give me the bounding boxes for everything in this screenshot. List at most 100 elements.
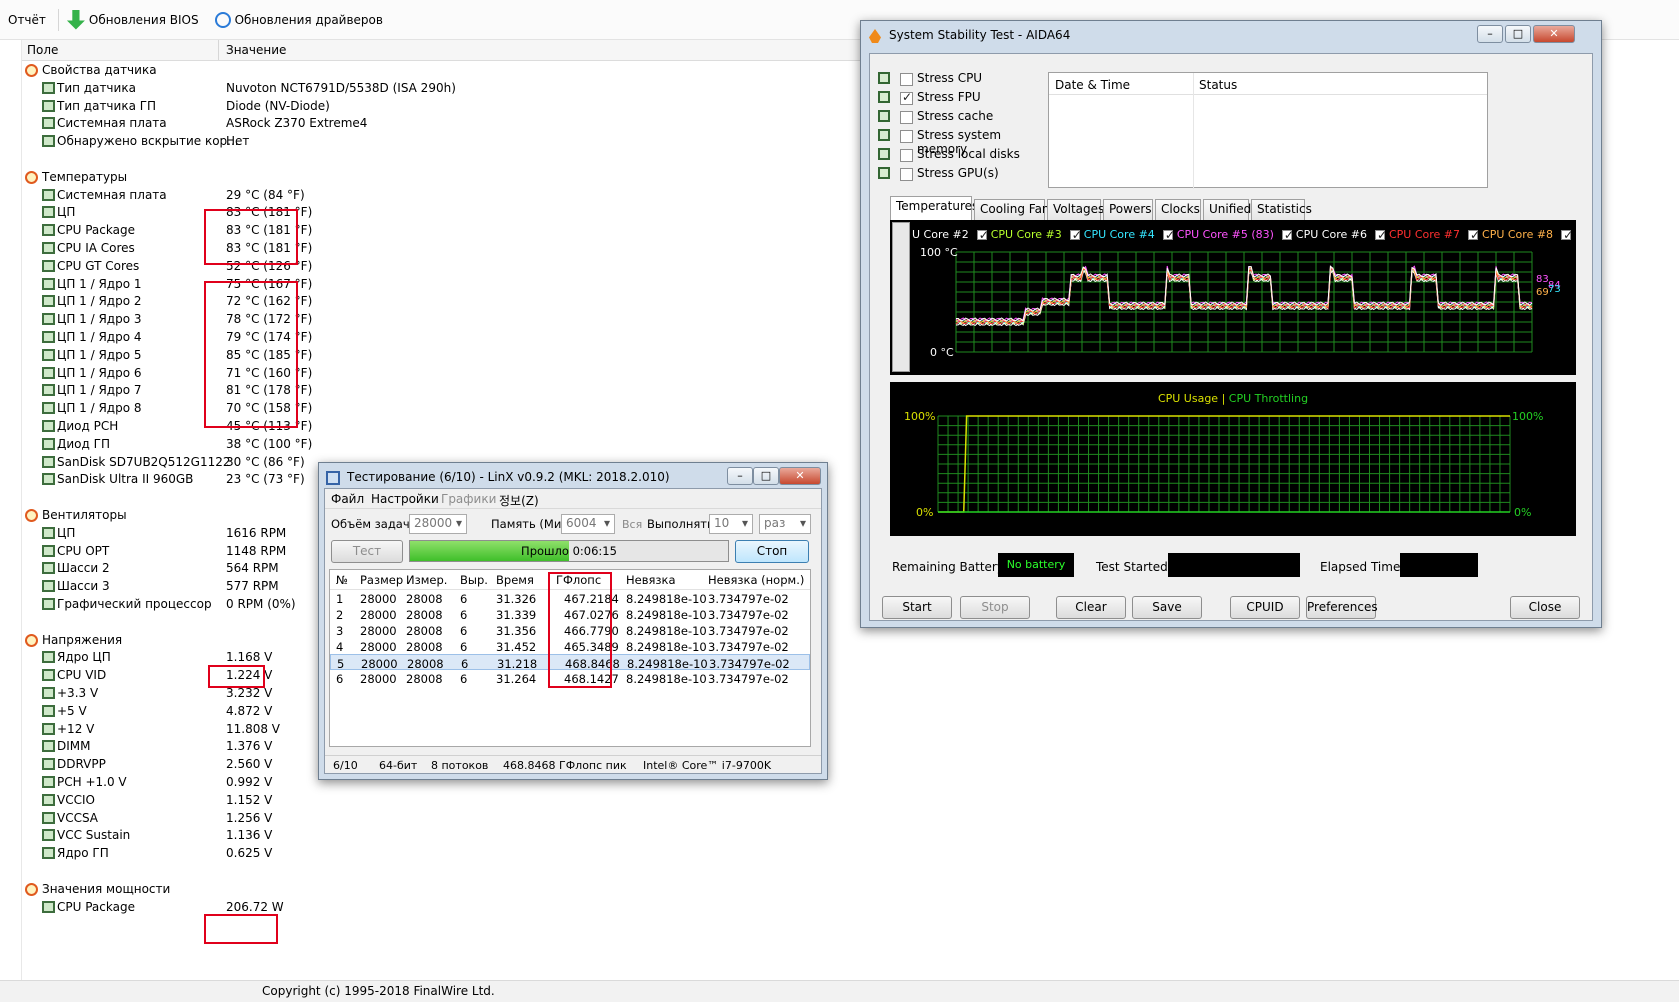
sensor-row[interactable]: Тип датчика ГП Diode (NV-Diode): [0, 97, 560, 116]
legend-item[interactable]: CPU Core #7: [1374, 228, 1460, 242]
sensor-row[interactable]: Обнаружено вскрытие кор... Нет: [0, 132, 560, 151]
sensor-value: Diode (NV-Diode): [226, 98, 330, 113]
legend-checkbox[interactable]: [1561, 228, 1572, 242]
stress-checkbox[interactable]: [900, 111, 913, 124]
results-cell: 3.734797e-02: [708, 624, 789, 638]
stress-checkbox[interactable]: [900, 73, 913, 86]
start-button[interactable]: Start: [882, 596, 952, 619]
aida-client: Stress CPU Stress FPU Stress cache Stress s…: [869, 53, 1593, 621]
stress-option[interactable]: Stress system memory: [878, 127, 1048, 156]
all-memory-label[interactable]: Вся: [622, 518, 642, 531]
flame-icon: [869, 29, 881, 43]
tab-statistics[interactable]: Statistics: [1251, 199, 1312, 220]
stop-button[interactable]: Stop: [960, 596, 1030, 619]
tab-cooling-fans[interactable]: Cooling Fans: [974, 199, 1056, 220]
results-table: № Размер Измер. Выр. Время ГФлопс Невязка Невяз…: [329, 569, 811, 747]
legend-checkbox[interactable]: [1069, 228, 1082, 242]
sensor-row[interactable]: Ядро ГП 0.625 V: [0, 844, 560, 863]
sensor-label: ЦП 1 / Ядро 1: [57, 276, 142, 291]
menu-item[interactable]: Настройки: [371, 492, 439, 506]
results-cell: 4: [336, 640, 344, 654]
menu-item[interactable]: 정보(Z): [499, 492, 539, 509]
legend-item[interactable]: U Core #2: [912, 228, 969, 241]
run-count-select[interactable]: 10: [709, 514, 753, 534]
legend-checkbox[interactable]: [1374, 228, 1387, 242]
aida-titlebar[interactable]: System Stability Test - AIDA64 – □ ✕: [861, 21, 1601, 51]
stress-label: Stress FPU: [917, 90, 981, 104]
preferences-button[interactable]: Preferences: [1306, 596, 1378, 619]
legend-item[interactable]: CPU Pack: [1561, 228, 1572, 242]
minimize-button[interactable]: –: [1477, 25, 1503, 43]
sensor-label: Шасси 2: [57, 561, 110, 576]
stop-run-button[interactable]: Стоп: [735, 540, 809, 563]
results-cell: 8.249818e-10: [627, 657, 708, 671]
tab-voltages[interactable]: Voltages: [1047, 199, 1104, 220]
task-size-select[interactable]: 28000: [409, 514, 467, 534]
sensor-icon: [42, 758, 55, 771]
stress-label: Stress GPU(s): [917, 166, 999, 180]
linx-minimize-button[interactable]: –: [727, 467, 753, 485]
stress-option[interactable]: Stress GPU(s): [878, 165, 1048, 183]
legend-checkbox[interactable]: [1281, 228, 1294, 242]
legend-checkbox[interactable]: [976, 228, 989, 242]
stress-option[interactable]: Stress local disks: [878, 146, 1048, 164]
driver-updates-button[interactable]: Обновления драйверов: [207, 8, 391, 32]
maximize-button[interactable]: □: [1505, 25, 1531, 43]
tab-temperatures[interactable]: Temperatures: [890, 196, 978, 220]
sensor-row[interactable]: Диод ГП 38 °C (100 °F): [0, 435, 560, 454]
stress-checkbox[interactable]: [900, 168, 913, 181]
linx-maximize-button[interactable]: □: [753, 467, 779, 485]
menu-item[interactable]: Графики: [441, 492, 496, 506]
sensor-group[interactable]: Свойства датчика: [0, 61, 560, 80]
column-divider[interactable]: [218, 40, 219, 60]
linx-title: Тестирование (6/10) - LinX v0.9.2 (MKL: …: [347, 470, 670, 484]
graph-tabs: Temperatures Cooling Fans Voltages Powers Cl…: [890, 196, 1312, 221]
results-cell: 6: [461, 657, 469, 671]
legend-item[interactable]: CPU Core #8: [1468, 228, 1553, 242]
sensor-row[interactable]: VCCIO 1.152 V: [0, 791, 560, 810]
results-cell: 6: [460, 592, 468, 606]
save-button[interactable]: Save: [1132, 596, 1202, 619]
sensor-row[interactable]: Системная плата ASRock Z370 Extreme4: [0, 114, 560, 133]
log-table: Date & Time Status: [1048, 72, 1488, 189]
legend-item[interactable]: CPU Core #6: [1281, 228, 1367, 242]
stress-option[interactable]: Stress cache: [878, 108, 1048, 126]
menu-item[interactable]: Файл: [331, 492, 364, 506]
report-button[interactable]: Отчёт: [0, 8, 54, 32]
close-window-button[interactable]: ✕: [1533, 25, 1575, 43]
column-field[interactable]: Поле: [27, 43, 58, 57]
clear-button[interactable]: Clear: [1056, 596, 1126, 619]
stress-checkbox[interactable]: [900, 90, 913, 105]
legend-checkbox[interactable]: [1162, 228, 1175, 242]
sensor-row[interactable]: VCCSA 1.256 V: [0, 809, 560, 828]
sensor-group[interactable]: Значения мощности: [0, 880, 560, 899]
sensor-row[interactable]: Системная плата 29 °C (84 °F): [0, 186, 560, 205]
test-button[interactable]: Тест: [331, 540, 403, 563]
tab-clocks[interactable]: Clocks: [1155, 199, 1201, 220]
stress-option[interactable]: Stress FPU: [878, 89, 1048, 107]
cpuid-button[interactable]: CPUID: [1230, 596, 1300, 619]
sensor-group[interactable]: Температуры: [0, 168, 560, 187]
close-button[interactable]: Close: [1510, 596, 1580, 619]
legend-item[interactable]: CPU Core #3: [976, 228, 1062, 242]
legend-item[interactable]: CPU Core #5 (83): [1162, 228, 1274, 242]
results-cell: 28000: [360, 640, 397, 654]
linx-close-button[interactable]: ✕: [779, 467, 821, 485]
sensor-row[interactable]: CPU Package 206.72 W: [0, 898, 560, 917]
tab-powers[interactable]: Powers: [1103, 199, 1153, 220]
column-value[interactable]: Значение: [226, 43, 286, 57]
sensor-row[interactable]: Тип датчика Nuvoton NCT6791D/5538D (ISA 2…: [0, 79, 560, 98]
tab-unified[interactable]: Unified: [1203, 199, 1251, 220]
legend-checkbox[interactable]: [1468, 228, 1480, 242]
memory-select[interactable]: 6004: [561, 514, 615, 534]
run-unit-select[interactable]: раз: [759, 514, 811, 534]
sensor-icon: [42, 562, 55, 575]
stress-checkbox[interactable]: [900, 149, 913, 162]
sensor-row[interactable]: VCC Sustain 1.136 V: [0, 826, 560, 845]
sensor-label: Значения мощности: [42, 881, 171, 896]
legend-item[interactable]: CPU Core #4: [1069, 228, 1155, 242]
stress-checkbox[interactable]: [900, 130, 913, 143]
graph-scrollbar[interactable]: [892, 222, 910, 372]
stress-option[interactable]: Stress CPU: [878, 70, 1048, 88]
bios-updates-button[interactable]: Обновления BIOS: [59, 8, 207, 32]
